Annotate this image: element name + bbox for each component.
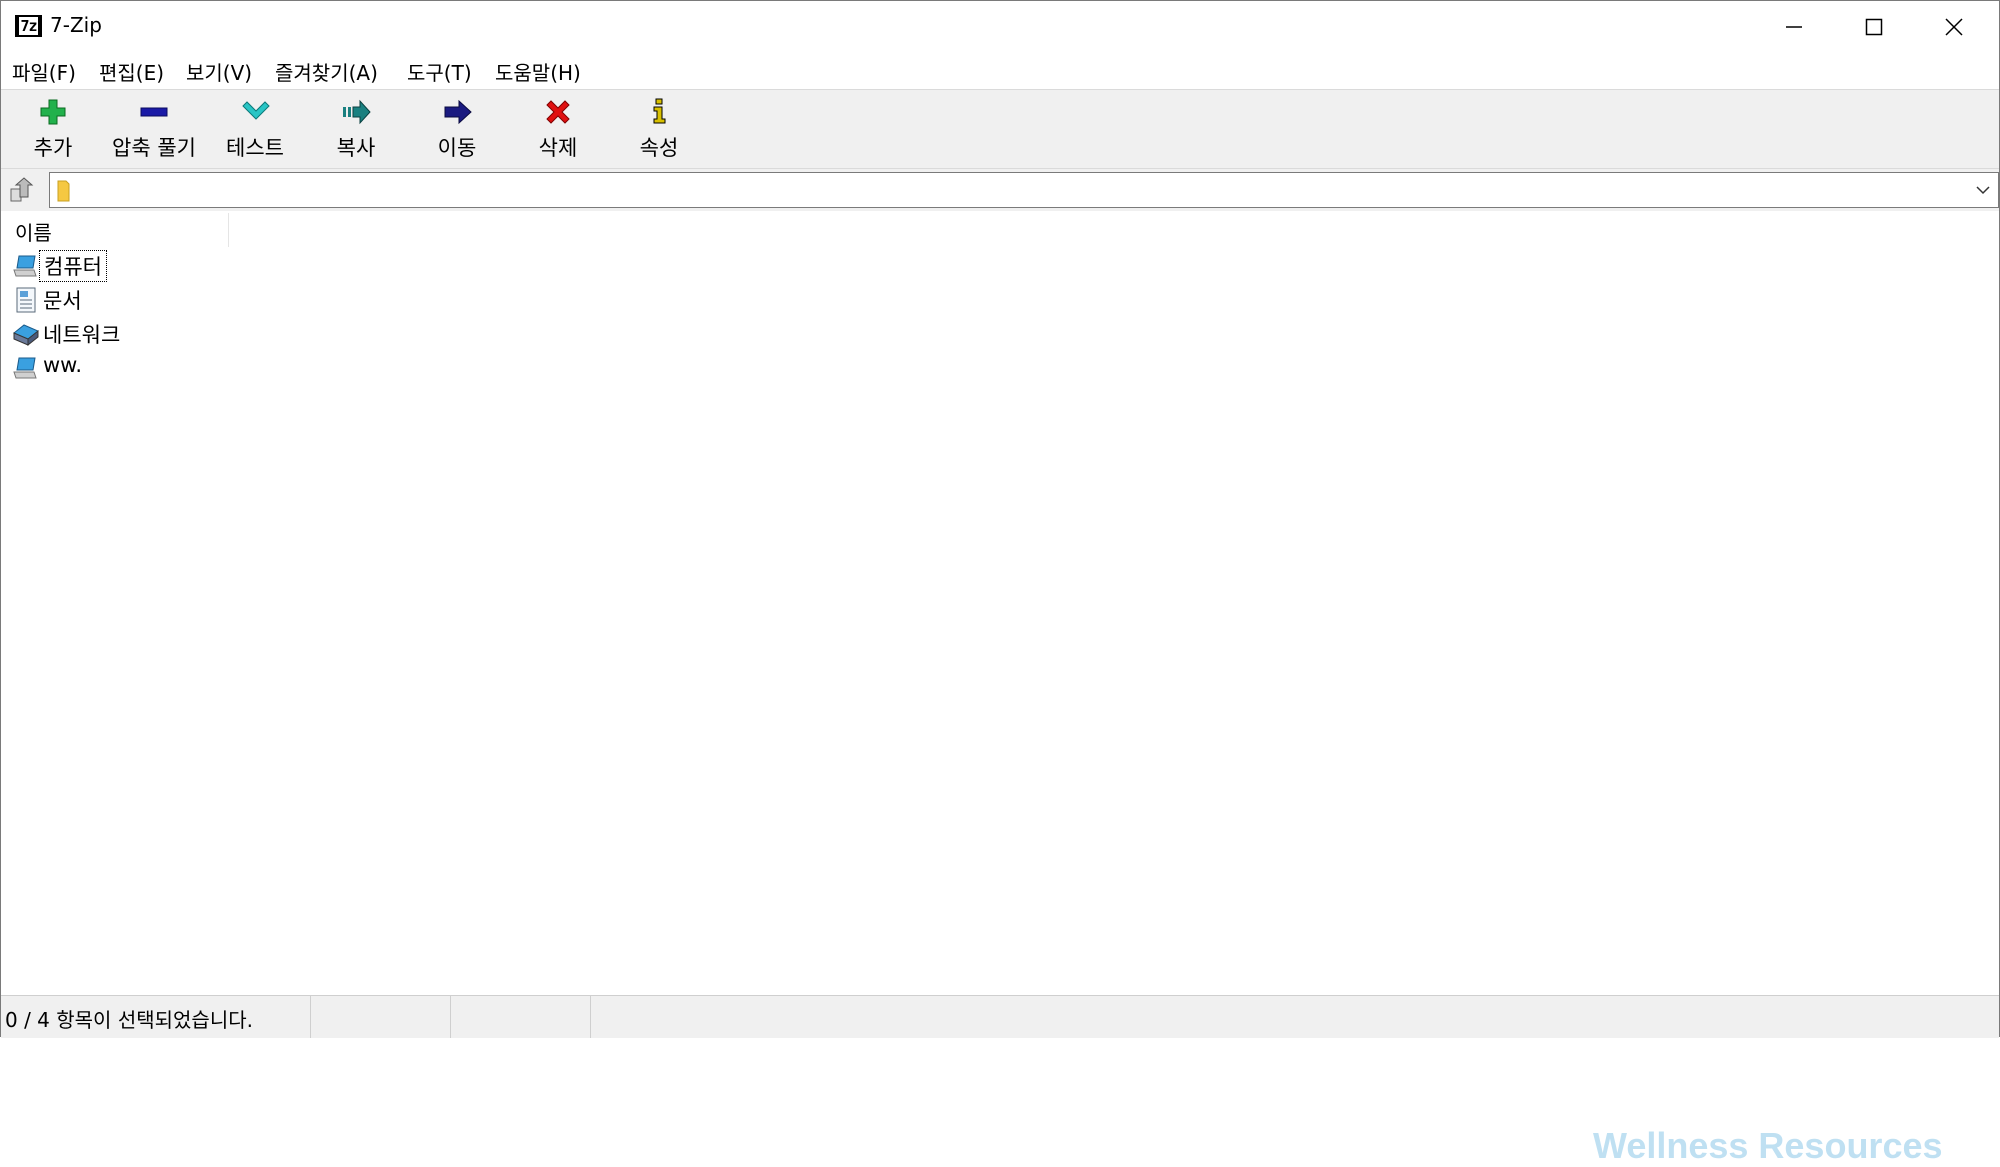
close-button[interactable] — [1914, 1, 1994, 53]
move-label: 이동 — [437, 136, 477, 160]
delete-button[interactable]: 삭제 — [508, 96, 608, 166]
minimize-icon — [1786, 26, 1802, 28]
list-item-label: 문서 — [43, 289, 82, 313]
menu-tools[interactable]: 도구(T) — [407, 57, 472, 86]
maximize-button[interactable] — [1834, 1, 1914, 53]
watermark: Wellness Resources — [1593, 1125, 1943, 1166]
folder-icon — [57, 180, 70, 202]
close-icon — [1945, 18, 1963, 36]
list-item-ww[interactable]: ww. — [11, 351, 311, 383]
properties-button[interactable]: 속성 — [609, 96, 709, 166]
test-label: 테스트 — [226, 136, 284, 160]
computer-icon — [13, 357, 37, 379]
copy-icon — [343, 99, 371, 125]
address-dropdown-button[interactable] — [1972, 180, 1994, 200]
address-bar — [1, 169, 1999, 211]
test-button[interactable]: 테스트 — [205, 96, 305, 166]
status-cell-3 — [451, 996, 591, 1038]
maximize-icon — [1865, 18, 1883, 36]
address-combobox[interactable] — [49, 172, 1999, 208]
chevron-down-icon — [1976, 186, 1990, 195]
list-item-label: 네트워크 — [43, 323, 121, 347]
list-item-documents[interactable]: 문서 — [11, 283, 311, 315]
window-title: 7-Zip — [50, 13, 102, 37]
extract-icon — [140, 107, 168, 117]
toolbar: 추가 압축 풀기 테스트 복사 이동 삭제 속성 — [1, 89, 1999, 169]
copy-button[interactable]: 복사 — [306, 96, 406, 166]
status-selection-cell: 0 / 4 항목이 선택되었습니다. — [1, 996, 311, 1038]
add-button[interactable]: 추가 — [3, 96, 103, 166]
title-bar[interactable]: 7z 7-Zip — [1, 1, 1999, 53]
minimize-button[interactable] — [1754, 1, 1834, 53]
app-window: 7z 7-Zip 파일(F) 편집(E) 보기(V) 즐겨찾기(A) 도구(T)… — [0, 0, 2000, 1166]
menu-bar: 파일(F) 편집(E) 보기(V) 즐겨찾기(A) 도구(T) 도움말(H) — [1, 53, 1999, 89]
up-folder-icon — [10, 177, 34, 202]
status-selection-text: 0 / 4 항목이 선택되었습니다. — [5, 1008, 253, 1032]
up-folder-button[interactable] — [7, 175, 37, 205]
delete-icon — [546, 100, 570, 124]
list-item-computer[interactable]: 컴퓨터 — [11, 249, 311, 282]
computer-icon — [13, 255, 37, 277]
move-icon — [444, 99, 472, 125]
app-7zip-icon: 7z — [15, 15, 42, 37]
file-list[interactable]: 이름 컴퓨터 문서 네트워크 ww. Wellness Resources — [3, 213, 1999, 1166]
properties-label: 속성 — [639, 136, 679, 160]
menu-edit[interactable]: 편집(E) — [99, 57, 164, 86]
test-icon — [242, 101, 270, 120]
column-header-label: 이름 — [15, 221, 52, 245]
list-item-label: 컴퓨터 — [39, 250, 107, 282]
menu-favorites[interactable]: 즐겨찾기(A) — [275, 57, 378, 86]
info-icon — [653, 98, 666, 124]
add-label: 추가 — [33, 136, 73, 160]
menu-view[interactable]: 보기(V) — [186, 57, 252, 86]
column-header-name[interactable]: 이름 — [3, 213, 229, 247]
menu-file[interactable]: 파일(F) — [12, 57, 76, 86]
extract-label: 압축 풀기 — [112, 136, 196, 160]
status-cell-2 — [311, 996, 451, 1038]
list-item-label: ww. — [43, 353, 83, 377]
list-item-network[interactable]: 네트워크 — [11, 317, 311, 349]
address-input[interactable] — [86, 175, 1960, 207]
add-icon — [40, 99, 66, 125]
extract-button[interactable]: 압축 풀기 — [104, 96, 204, 166]
menu-help[interactable]: 도움말(H) — [495, 57, 581, 86]
network-icon — [13, 324, 39, 347]
delete-label: 삭제 — [538, 136, 578, 160]
move-button[interactable]: 이동 — [407, 96, 507, 166]
copy-label: 복사 — [336, 136, 376, 160]
document-icon — [16, 287, 36, 313]
status-bar: 0 / 4 항목이 선택되었습니다. — [1, 995, 1999, 1038]
